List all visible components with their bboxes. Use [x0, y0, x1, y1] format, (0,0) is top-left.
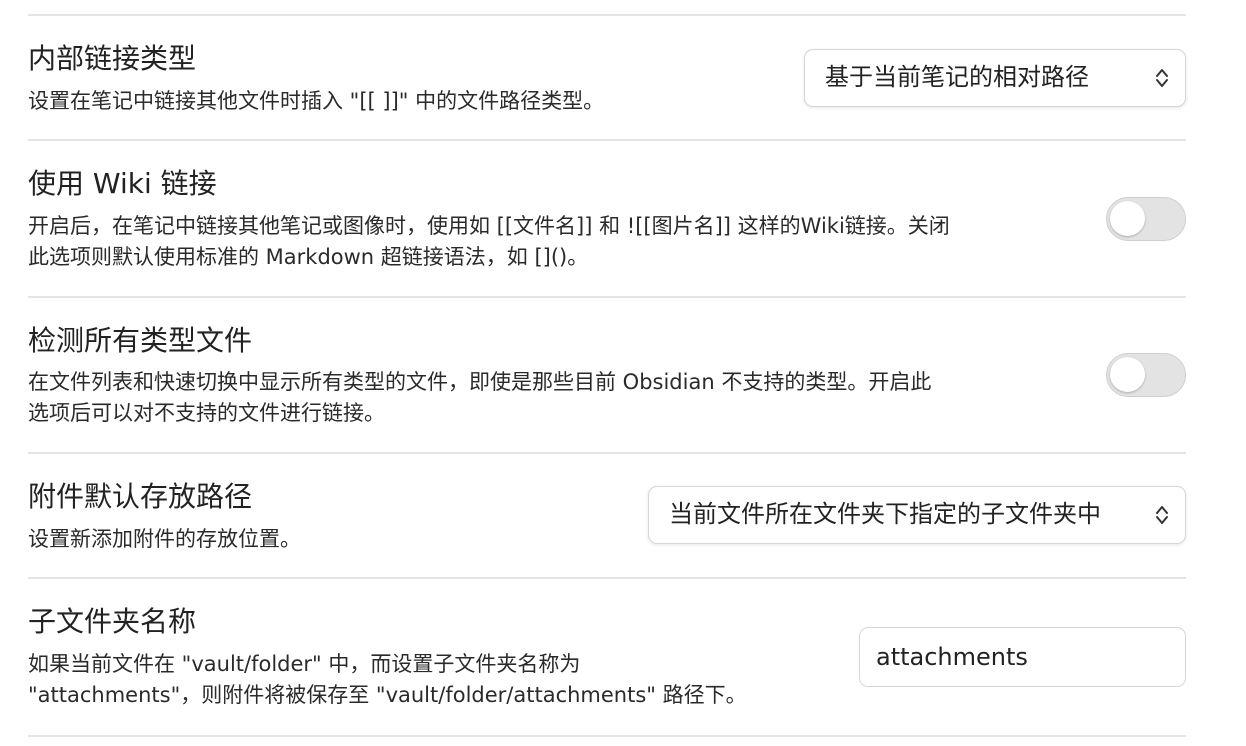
- setting-name: 子文件夹名称: [28, 605, 197, 638]
- description-line: 在文件列表和快速切换中显示所有类型的文件，即使是那些目前 Obsidian 不支…: [28, 370, 932, 394]
- setting-name: 检测所有类型文件: [28, 324, 253, 357]
- toggle-knob: [1110, 357, 1145, 392]
- internal-link-type-dropdown[interactable]: 基于当前笔记的相对路径: [804, 49, 1186, 107]
- description-line: 如果当前文件在 "vault/folder" 中，而设置子文件夹名称为: [28, 652, 581, 676]
- subfolder-name-input[interactable]: [859, 627, 1186, 687]
- dropdown-value: 基于当前笔记的相对路径: [825, 63, 1089, 91]
- setting-subfolder-name: 子文件夹名称 如果当前文件在 "vault/folder" 中，而设置子文件夹名…: [28, 579, 1186, 737]
- settings-panel: 内部链接类型 设置在笔记中链接其他文件时插入 "[[ ]]" 中的文件路径类型。…: [28, 0, 1186, 746]
- description-line: 设置在笔记中链接其他文件时插入 "[[ ]]" 中的文件路径类型。: [28, 89, 605, 113]
- description-line: "attachments"，则附件将被保存至 "vault/folder/att…: [28, 683, 747, 707]
- attachment-location-dropdown[interactable]: 当前文件所在文件夹下指定的子文件夹中: [648, 486, 1186, 544]
- setting-name: 使用 Wiki 链接: [28, 167, 217, 200]
- setting-name: 内部链接类型: [28, 42, 197, 75]
- toggle-knob: [1110, 201, 1145, 236]
- use-wiki-links-toggle[interactable]: [1106, 197, 1186, 241]
- setting-description: 如果当前文件在 "vault/folder" 中，而设置子文件夹名称为 "att…: [28, 649, 747, 711]
- setting-description: 在文件列表和快速切换中显示所有类型的文件，即使是那些目前 Obsidian 不支…: [28, 367, 931, 429]
- setting-description: 开启后，在笔记中链接其他笔记或图像时，使用如 [[文件名]] 和 ![[图片名]…: [28, 211, 950, 273]
- description-line: 设置新添加附件的存放位置。: [28, 527, 301, 551]
- setting-use-wiki-links: 使用 Wiki 链接 开启后，在笔记中链接其他笔记或图像时，使用如 [[文件名]…: [28, 141, 1186, 298]
- description-line: 开启后，在笔记中链接其他笔记或图像时，使用如 [[文件名]] 和 ![[图片名]…: [28, 214, 950, 238]
- chevron-up-down-icon: [1156, 506, 1168, 524]
- setting-attachment-location: 附件默认存放路径 设置新添加附件的存放位置。 当前文件所在文件夹下指定的子文件夹…: [28, 454, 1186, 579]
- setting-name: 附件默认存放路径: [28, 480, 253, 513]
- dropdown-value: 当前文件所在文件夹下指定的子文件夹中: [669, 500, 1101, 528]
- setting-description: 设置新添加附件的存放位置。: [28, 524, 301, 555]
- setting-internal-link-type: 内部链接类型 设置在笔记中链接其他文件时插入 "[[ ]]" 中的文件路径类型。…: [28, 16, 1186, 141]
- setting-detect-all-file-types: 检测所有类型文件 在文件列表和快速切换中显示所有类型的文件，即使是那些目前 Ob…: [28, 298, 1186, 454]
- detect-all-file-types-toggle[interactable]: [1106, 353, 1186, 397]
- description-line: 选项后可以对不支持的文件进行链接。: [28, 401, 385, 425]
- setting-description: 设置在笔记中链接其他文件时插入 "[[ ]]" 中的文件路径类型。: [28, 86, 604, 117]
- description-line: 此选项则默认使用标准的 Markdown 超链接语法，如 []()。: [28, 245, 589, 269]
- chevron-up-down-icon: [1156, 69, 1168, 87]
